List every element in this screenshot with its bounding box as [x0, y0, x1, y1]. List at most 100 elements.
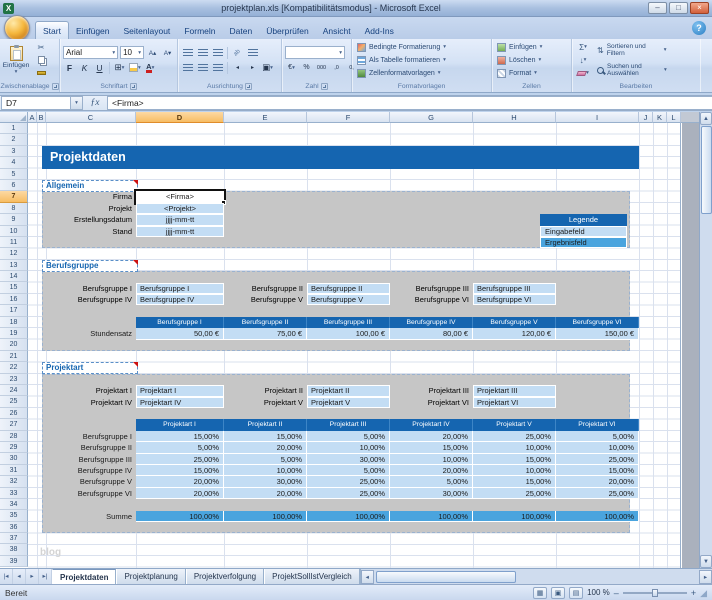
cell[interactable]: Projektart IV	[390, 419, 473, 430]
input-cell[interactable]: Berufsgruppe IV	[136, 294, 224, 305]
row-header-20[interactable]: 20	[0, 339, 28, 350]
wrap-text-button[interactable]	[246, 46, 259, 59]
cell[interactable]: 25,00%	[136, 454, 224, 465]
row-header-27[interactable]: 27	[0, 419, 28, 430]
zoom-slider[interactable]	[623, 592, 687, 594]
sheet-tab-projektdaten[interactable]: Projektdaten	[52, 569, 116, 584]
dialog-launcher-icon[interactable]	[130, 83, 137, 90]
font-name-select[interactable]: Arial▾	[63, 46, 118, 59]
row-header-3[interactable]: 3	[0, 146, 28, 157]
cell[interactable]: 25,00%	[473, 431, 556, 442]
cell[interactable]: 10,00%	[556, 442, 639, 453]
align-center-button[interactable]	[196, 61, 209, 74]
number-format-select[interactable]: ▾	[285, 46, 345, 59]
percent-format-button[interactable]: %	[300, 61, 313, 74]
align-left-button[interactable]	[181, 61, 194, 74]
paste-button[interactable]: Einfügen ▾	[1, 40, 31, 80]
row-header-39[interactable]: 39	[0, 556, 28, 567]
font-color-button[interactable]: A▾	[144, 61, 157, 74]
cell[interactable]: 100,00 €	[307, 328, 390, 339]
zoom-slider-thumb[interactable]	[652, 589, 658, 597]
cell[interactable]: Berufsgruppe VI	[556, 317, 639, 328]
row-header-13[interactable]: 13	[0, 260, 28, 271]
format-as-table-button[interactable]: Als Tabelle formatieren▾	[353, 54, 490, 67]
row-header-16[interactable]: 16	[0, 294, 28, 305]
cell[interactable]: 10,00%	[224, 465, 307, 476]
input-cell[interactable]: Projektart IV	[136, 397, 224, 408]
cell[interactable]: 15,00%	[473, 476, 556, 487]
column-header-b[interactable]: B	[37, 112, 46, 123]
row-header-29[interactable]: 29	[0, 442, 28, 453]
cell[interactable]: 100,00%	[556, 511, 639, 522]
cell[interactable]: 30,00%	[307, 454, 390, 465]
column-header-g[interactable]: G	[390, 112, 473, 123]
row-header-38[interactable]: 38	[0, 544, 28, 555]
row-header-5[interactable]: 5	[0, 169, 28, 180]
cell[interactable]: 150,00 €	[556, 328, 639, 339]
vertical-scrollbar[interactable]: ▲ ▼	[699, 112, 712, 568]
resize-grip-icon[interactable]: ◢	[700, 586, 707, 600]
align-top-button[interactable]	[181, 46, 194, 59]
tab-addins[interactable]: Add-Ins	[358, 22, 401, 39]
row-header-10[interactable]: 10	[0, 226, 28, 237]
underline-button[interactable]: U	[93, 61, 106, 74]
increase-indent-button[interactable]: ▸	[246, 61, 259, 74]
dialog-launcher-icon[interactable]	[321, 83, 328, 90]
find-select-button[interactable]: Suchen und Auswählen▾	[593, 60, 671, 80]
column-header-i[interactable]: I	[556, 112, 639, 123]
cell[interactable]: 20,00%	[390, 431, 473, 442]
tab-start[interactable]: Start	[35, 21, 69, 39]
align-middle-button[interactable]	[196, 46, 209, 59]
cell-styles-button[interactable]: Zellenformatvorlagen▾	[353, 67, 490, 80]
input-cell[interactable]: Projektart V	[307, 397, 390, 408]
row-header-4[interactable]: 4	[0, 157, 28, 168]
row-header-7[interactable]: 7	[0, 191, 28, 202]
tab-ueberpruefen[interactable]: Überprüfen	[259, 22, 316, 39]
row-header-1[interactable]: 1	[0, 123, 28, 134]
column-header-l[interactable]: L	[667, 112, 681, 123]
row-header-36[interactable]: 36	[0, 522, 28, 533]
select-all-corner[interactable]	[0, 112, 28, 123]
grow-font-button[interactable]: A▴	[146, 46, 159, 59]
page-layout-view-icon[interactable]: ▣	[551, 587, 565, 599]
dialog-launcher-icon[interactable]	[245, 83, 252, 90]
cell[interactable]: 10,00%	[473, 465, 556, 476]
row-header-22[interactable]: 22	[0, 362, 28, 373]
normal-view-icon[interactable]: ▦	[533, 587, 547, 599]
row-header-24[interactable]: 24	[0, 385, 28, 396]
cut-button[interactable]: ✂	[33, 42, 49, 53]
row-header-35[interactable]: 35	[0, 510, 28, 521]
cell[interactable]: 25,00%	[556, 454, 639, 465]
column-header-f[interactable]: F	[307, 112, 390, 123]
column-header-e[interactable]: E	[224, 112, 307, 123]
cell[interactable]: Projektart I	[136, 419, 224, 430]
insert-function-icon[interactable]: ƒx	[83, 98, 107, 108]
cell[interactable]: Berufsgruppe V	[473, 317, 556, 328]
tab-seitenlayout[interactable]: Seitenlayout	[117, 22, 178, 39]
increase-decimal-button[interactable]: ,0	[330, 61, 343, 74]
scroll-down-icon[interactable]: ▼	[700, 555, 712, 568]
cell[interactable]: 80,00 €	[390, 328, 473, 339]
scroll-right-icon[interactable]: ▸	[699, 570, 712, 584]
clear-button[interactable]: ▾	[575, 68, 591, 79]
scroll-up-icon[interactable]: ▲	[700, 112, 712, 125]
row-header-25[interactable]: 25	[0, 396, 28, 407]
row-header-34[interactable]: 34	[0, 499, 28, 510]
format-cells-button[interactable]: Format▾	[493, 67, 570, 80]
row-header-14[interactable]: 14	[0, 271, 28, 282]
input-cell[interactable]: Projektart III	[473, 385, 556, 396]
borders-button[interactable]: ⊞▾	[113, 61, 126, 74]
cell[interactable]: Berufsgruppe III	[307, 317, 390, 328]
cell[interactable]: 15,00%	[473, 454, 556, 465]
first-sheet-icon[interactable]: |◂	[0, 569, 13, 584]
tab-formeln[interactable]: Formeln	[177, 22, 222, 39]
cell[interactable]: 5,00%	[390, 476, 473, 487]
cell[interactable]: Projektart VI	[556, 419, 639, 430]
cell[interactable]: Projektart III	[307, 419, 390, 430]
input-cell[interactable]: Berufsgruppe VI	[473, 294, 556, 305]
cell[interactable]: 100,00%	[390, 511, 473, 522]
sheet-tab-projektverfolgung[interactable]: Projektverfolgung	[186, 569, 264, 584]
row-header-33[interactable]: 33	[0, 488, 28, 499]
row-header-23[interactable]: 23	[0, 374, 28, 385]
cell[interactable]: 25,00%	[473, 488, 556, 499]
